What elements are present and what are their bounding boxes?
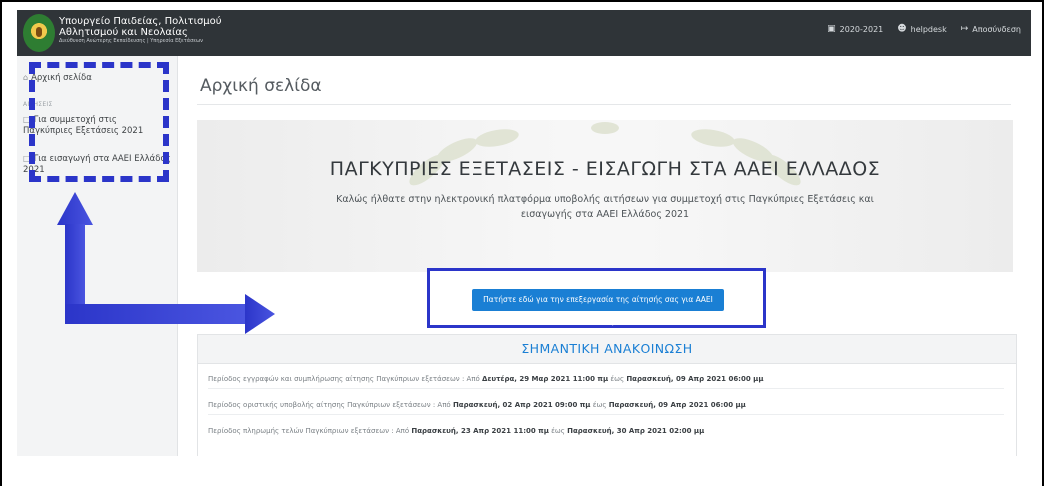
home-icon: ⌂ <box>23 73 29 82</box>
year-label: 2020-2021 <box>839 24 884 34</box>
sidebar-highlight-box <box>29 62 169 182</box>
ministry-sub: Διεύθυνση Ανώτερης Εκπαίδευσης | Υπηρεσί… <box>59 38 203 44</box>
announcement-mid: έως <box>590 401 609 409</box>
calendar-icon: ▣ <box>827 24 836 34</box>
top-header: Υπουργείο Παιδείας, Πολιτισμού Αθλητισμο… <box>17 10 1031 56</box>
announcement-to: Παρασκευή, 09 Απρ 2021 06:00 μμ <box>626 375 764 383</box>
year-selector[interactable]: ▣ 2020-2021 <box>827 24 883 34</box>
ministry-line1: Υπουργείο Παιδείας, Πολιτισμού <box>59 16 222 27</box>
logout-label: Αποσύνδεση <box>972 24 1021 34</box>
annotation-arrow <box>57 192 275 334</box>
ministry-logo[interactable] <box>23 14 55 52</box>
announcement-from: Δευτέρα, 29 Μαρ 2021 11:00 πμ <box>482 375 609 383</box>
page-title: Αρχική σελίδα <box>200 76 322 96</box>
ministry-line2: Αθλητισμού και Νεολαίας <box>59 27 188 38</box>
user-icon: ☻ <box>897 24 907 34</box>
hero-title: ΠΑΓΚΥΠΡΙΕΣ ΕΞΕΤΑΣΕΙΣ - ΕΙΣΑΓΩΓΗ ΣΤΑ ΑΑΕΙ… <box>329 158 881 180</box>
announcement-mid: έως <box>548 427 568 435</box>
logout-icon: ↦ <box>960 24 969 34</box>
edit-application-button[interactable]: Πατήστε εδώ για την επεξεργασία της αίτη… <box>472 289 724 326</box>
title-divider <box>197 104 1011 105</box>
ministry-name: Υπουργείο Παιδείας, Πολιτισμού Αθλητισμο… <box>59 16 222 45</box>
app-window: Υπουργείο Παιδείας, Πολιτισμού Αθλητισμο… <box>17 10 1031 456</box>
announcement-mid: έως <box>608 375 627 383</box>
header-actions: ▣ 2020-2021 ☻ helpdesk ↦ Αποσύνδεση <box>827 24 1021 34</box>
announcement-to: Παρασκευή, 30 Απρ 2021 02:00 μμ <box>567 427 705 435</box>
user-label: helpdesk <box>910 24 947 34</box>
logout-button[interactable]: ↦ Αποσύνδεση <box>961 24 1021 34</box>
announcement-to: Παρασκευή, 09 Απρ 2021 06:00 μμ <box>608 401 746 409</box>
user-menu[interactable]: ☻ helpdesk <box>897 24 946 34</box>
cta-highlight-box: Πατήστε εδώ για την επεξεργασία της αίτη… <box>427 268 766 328</box>
